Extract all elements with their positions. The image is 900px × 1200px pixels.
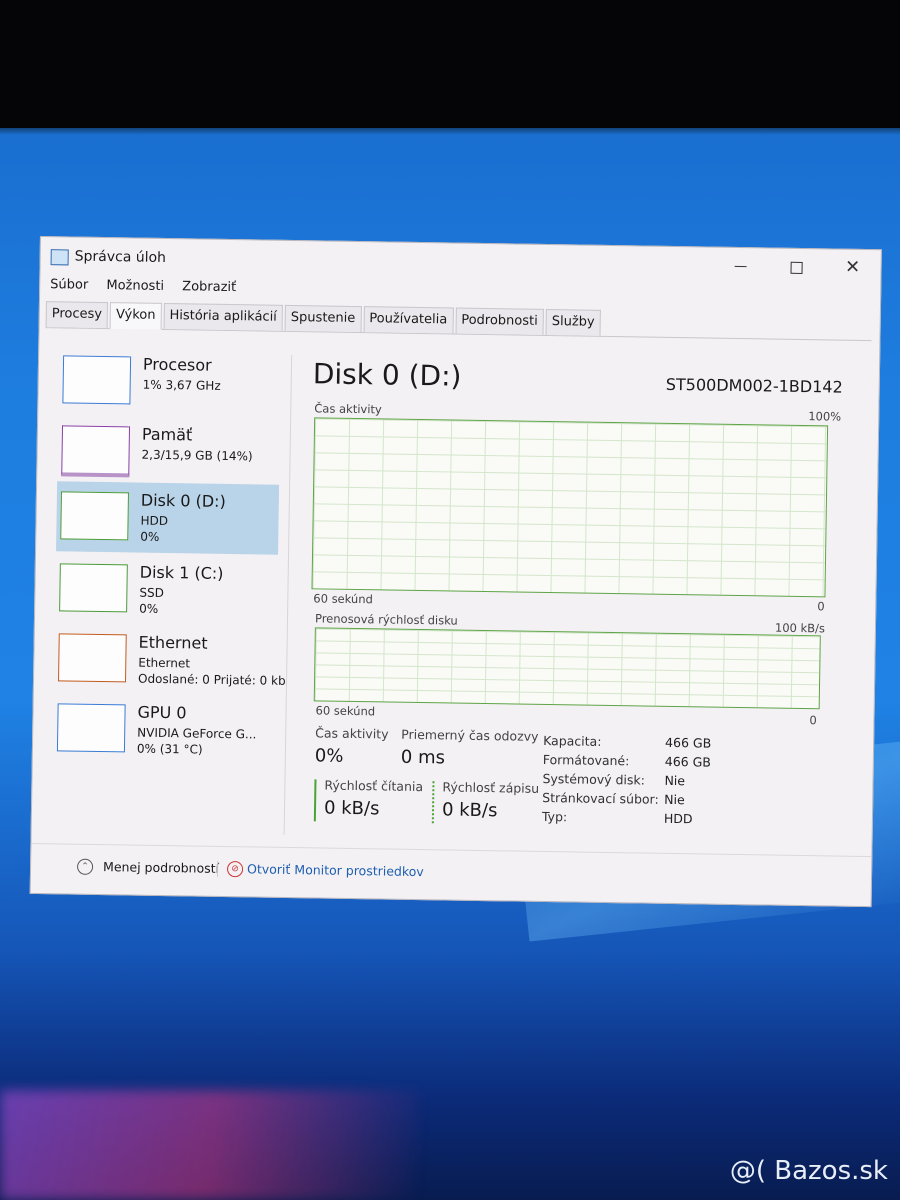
read-speed-value: 0 kB/s bbox=[323, 797, 380, 820]
tab-startup[interactable]: Spustenie bbox=[284, 304, 362, 333]
cpu-thumbnail-graph bbox=[62, 355, 132, 405]
disk-1-thumbnail-graph bbox=[59, 563, 128, 613]
sidebar-item-disk-0[interactable]: Disk 0 (D:) HDD 0% bbox=[56, 481, 280, 555]
sidebar-item-detail: SSD bbox=[139, 585, 165, 600]
resource-monitor-icon[interactable]: ⊘ bbox=[226, 861, 244, 878]
sidebar-item-label: Pamäť bbox=[141, 424, 193, 445]
tab-details[interactable]: Podrobnosti bbox=[455, 307, 544, 335]
tab-performance[interactable]: Výkon bbox=[109, 302, 162, 330]
tab-processes[interactable]: Procesy bbox=[45, 301, 109, 329]
sidebar-item-label: Procesor bbox=[142, 354, 212, 375]
write-speed-indicator bbox=[431, 781, 435, 824]
system-disk-value: Nie bbox=[664, 772, 686, 789]
activity-stat-label: Čas aktivity bbox=[315, 725, 389, 742]
menu-file[interactable]: Súbor bbox=[50, 277, 88, 293]
ethernet-thumbnail-graph bbox=[58, 633, 127, 683]
sidebar-item-disk-1[interactable]: Disk 1 (C:) SSD 0% bbox=[55, 553, 278, 626]
transfer-rate-graph bbox=[313, 627, 821, 710]
transfer-graph-time: 60 sekúnd bbox=[315, 703, 376, 719]
tab-app-history[interactable]: História aplikácií bbox=[163, 302, 284, 331]
capacity-value: 466 GB bbox=[665, 734, 712, 751]
sidebar-item-label: Disk 1 (C:) bbox=[139, 562, 224, 583]
tab-bar: Procesy Výkon História aplikácií Spusten… bbox=[45, 301, 872, 342]
tab-services[interactable]: Služby bbox=[545, 308, 601, 336]
formatted-value: 466 GB bbox=[664, 753, 712, 770]
open-resource-monitor-link[interactable]: Otvoriť Monitor prostriedkov bbox=[247, 861, 424, 879]
sidebar-divider bbox=[283, 354, 293, 835]
sidebar-item-label: Ethernet bbox=[138, 632, 208, 653]
maximize-button[interactable] bbox=[776, 255, 816, 280]
type-value: HDD bbox=[663, 810, 693, 827]
footer-bar: ⌃ Menej podrobností ⊘ Otvoriť Monitor pr… bbox=[30, 842, 872, 898]
transfer-graph-label: Prenosová rýchlosť disku bbox=[314, 611, 458, 628]
task-manager-icon bbox=[50, 249, 69, 266]
disk-model: ST500DM002-1BD142 bbox=[665, 374, 843, 397]
sidebar-item-ethernet[interactable]: Ethernet Ethernet Odoslané: 0 Prijaté: 0… bbox=[54, 623, 286, 696]
fewer-details-link[interactable]: Menej podrobností bbox=[103, 859, 219, 876]
sidebar-item-gpu-0[interactable]: GPU 0 NVIDIA GeForce G... 0% (31 °C) bbox=[53, 693, 276, 766]
monitor-bezel bbox=[0, 0, 900, 128]
gpu-thumbnail-graph bbox=[56, 703, 126, 753]
keyboard-backlight bbox=[0, 1090, 420, 1200]
activity-graph-min: 0 bbox=[817, 599, 825, 614]
menu-bar: Súbor Možnosti Zobraziť bbox=[50, 277, 250, 295]
sidebar-item-detail-2: 0% (31 °C) bbox=[136, 741, 203, 757]
activity-time-graph bbox=[311, 417, 829, 598]
capacity-label: Kapacita: bbox=[543, 732, 602, 749]
sidebar-item-detail-2: 0% bbox=[139, 601, 159, 616]
window-title: Správca úloh bbox=[74, 248, 167, 266]
activity-stat-value: 0% bbox=[314, 745, 344, 767]
watermark: @( Bazos.sk bbox=[729, 1156, 888, 1186]
formatted-label: Formátované: bbox=[542, 751, 630, 769]
sidebar-item-detail: 1% 3,67 GHz bbox=[142, 377, 221, 393]
write-speed-value: 0 kB/s bbox=[441, 799, 498, 822]
sidebar-item-cpu[interactable]: Procesor 1% 3,67 GHz bbox=[58, 345, 281, 418]
chevron-up-icon[interactable]: ⌃ bbox=[76, 858, 94, 875]
close-button[interactable]: ✕ bbox=[832, 255, 872, 280]
sidebar-item-detail: HDD bbox=[140, 513, 169, 529]
memory-thumbnail-graph bbox=[61, 425, 131, 478]
menu-options[interactable]: Možnosti bbox=[106, 278, 164, 294]
task-manager-window: Správca úloh ✕ Súbor Možnosti Zobraziť P… bbox=[29, 236, 882, 908]
response-stat-label: Priemerný čas odozvy bbox=[401, 726, 539, 744]
minimize-button[interactable] bbox=[720, 254, 760, 279]
sidebar-item-label: GPU 0 bbox=[137, 702, 187, 723]
system-disk-label: Systémový disk: bbox=[542, 770, 646, 788]
sidebar-item-detail-2: 0% bbox=[140, 529, 160, 544]
transfer-graph-max: 100 kB/s bbox=[774, 620, 826, 636]
sidebar-item-detail: 2,3/15,9 GB (14%) bbox=[141, 447, 253, 464]
page-file-label: Stránkovací súbor: bbox=[542, 789, 659, 807]
disk-0-thumbnail-graph bbox=[60, 491, 129, 541]
sidebar-item-detail: NVIDIA GeForce G... bbox=[137, 725, 257, 742]
type-label: Typ: bbox=[541, 808, 568, 825]
write-speed-label: Rýchlosť zápisu bbox=[442, 779, 540, 796]
sidebar-item-memory[interactable]: Pamäť 2,3/15,9 GB (14%) bbox=[57, 415, 280, 488]
performance-sidebar: Procesor 1% 3,67 GHz Pamäť 2,3/15,9 GB (… bbox=[48, 345, 286, 829]
sidebar-item-detail: Ethernet bbox=[138, 655, 191, 671]
menu-view[interactable]: Zobraziť bbox=[182, 279, 236, 295]
activity-graph-time: 60 sekúnd bbox=[313, 591, 373, 607]
activity-graph-max: 100% bbox=[808, 409, 842, 424]
sidebar-item-detail-2: Odoslané: 0 Prijaté: 0 kb bbox=[137, 671, 286, 688]
response-stat-value: 0 ms bbox=[400, 746, 446, 769]
read-speed-label: Rýchlosť čítania bbox=[324, 777, 424, 795]
tab-users[interactable]: Používatelia bbox=[363, 306, 454, 334]
page-file-value: Nie bbox=[664, 791, 685, 808]
sidebar-item-label: Disk 0 (D:) bbox=[140, 490, 226, 511]
read-speed-indicator bbox=[313, 779, 317, 822]
page-title: Disk 0 (D:) bbox=[312, 357, 462, 393]
transfer-graph-min: 0 bbox=[809, 713, 817, 728]
activity-graph-label: Čas aktivity bbox=[314, 401, 382, 417]
